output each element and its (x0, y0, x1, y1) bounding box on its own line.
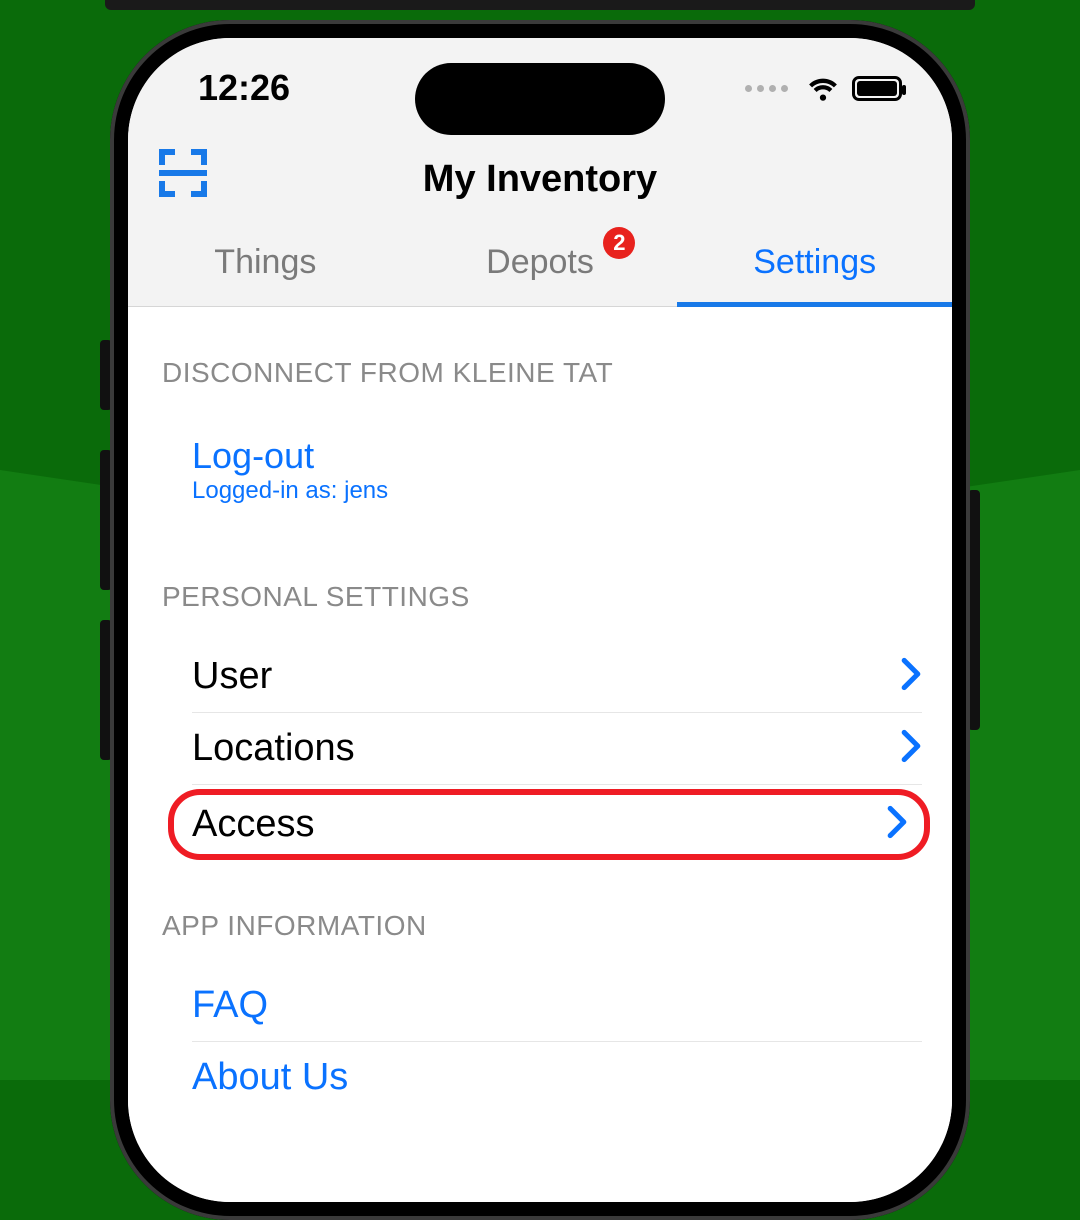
section-header-disconnect: DISCONNECT FROM KLEINE TAT (128, 307, 952, 409)
depots-badge: 2 (603, 227, 635, 259)
row-about[interactable]: About Us (192, 1042, 922, 1113)
row-label: FAQ (192, 984, 268, 1027)
chevron-right-icon (886, 805, 908, 844)
battery-icon (852, 76, 902, 101)
tab-settings[interactable]: Settings (677, 221, 952, 306)
tab-label: Depots (486, 243, 594, 281)
logout-title: Log-out (192, 435, 922, 477)
nav-header: My Inventory (128, 138, 952, 221)
logout-row[interactable]: Log-out Logged-in as: jens (128, 409, 952, 531)
page-title: My Inventory (158, 158, 922, 221)
status-time: 12:26 (198, 67, 290, 109)
section-header-personal: PERSONAL SETTINGS (128, 531, 952, 633)
personal-settings-list: User Locations Access (128, 633, 952, 860)
cell-signal-dots-icon (745, 85, 788, 92)
phone-screen: 12:26 (128, 38, 952, 1202)
phone-frame: 12:26 (110, 20, 970, 1220)
row-label: About Us (192, 1056, 348, 1099)
tab-label: Settings (753, 243, 876, 281)
tab-things[interactable]: Things (128, 221, 403, 306)
row-label: User (192, 655, 272, 698)
chevron-right-icon (900, 657, 922, 696)
row-label: Access (192, 803, 314, 846)
logout-subtitle: Logged-in as: jens (192, 477, 922, 505)
row-access-highlighted[interactable]: Access (168, 789, 930, 860)
dynamic-island (415, 63, 665, 135)
status-right (745, 75, 902, 101)
chevron-right-icon (900, 729, 922, 768)
top-decor-bar (105, 0, 975, 10)
row-faq[interactable]: FAQ (192, 970, 922, 1042)
wifi-icon (806, 75, 840, 101)
row-label: Locations (192, 727, 355, 770)
section-header-appinfo: APP INFORMATION (128, 860, 952, 962)
tab-bar: Things Depots 2 Settings (128, 221, 952, 307)
app-info-list: FAQ About Us (128, 962, 952, 1113)
scan-icon[interactable] (158, 148, 208, 198)
row-user[interactable]: User (192, 641, 922, 713)
tab-label: Things (214, 243, 316, 281)
tab-depots[interactable]: Depots 2 (403, 221, 678, 306)
settings-content: DISCONNECT FROM KLEINE TAT Log-out Logge… (128, 307, 952, 1202)
row-locations[interactable]: Locations (192, 713, 922, 785)
